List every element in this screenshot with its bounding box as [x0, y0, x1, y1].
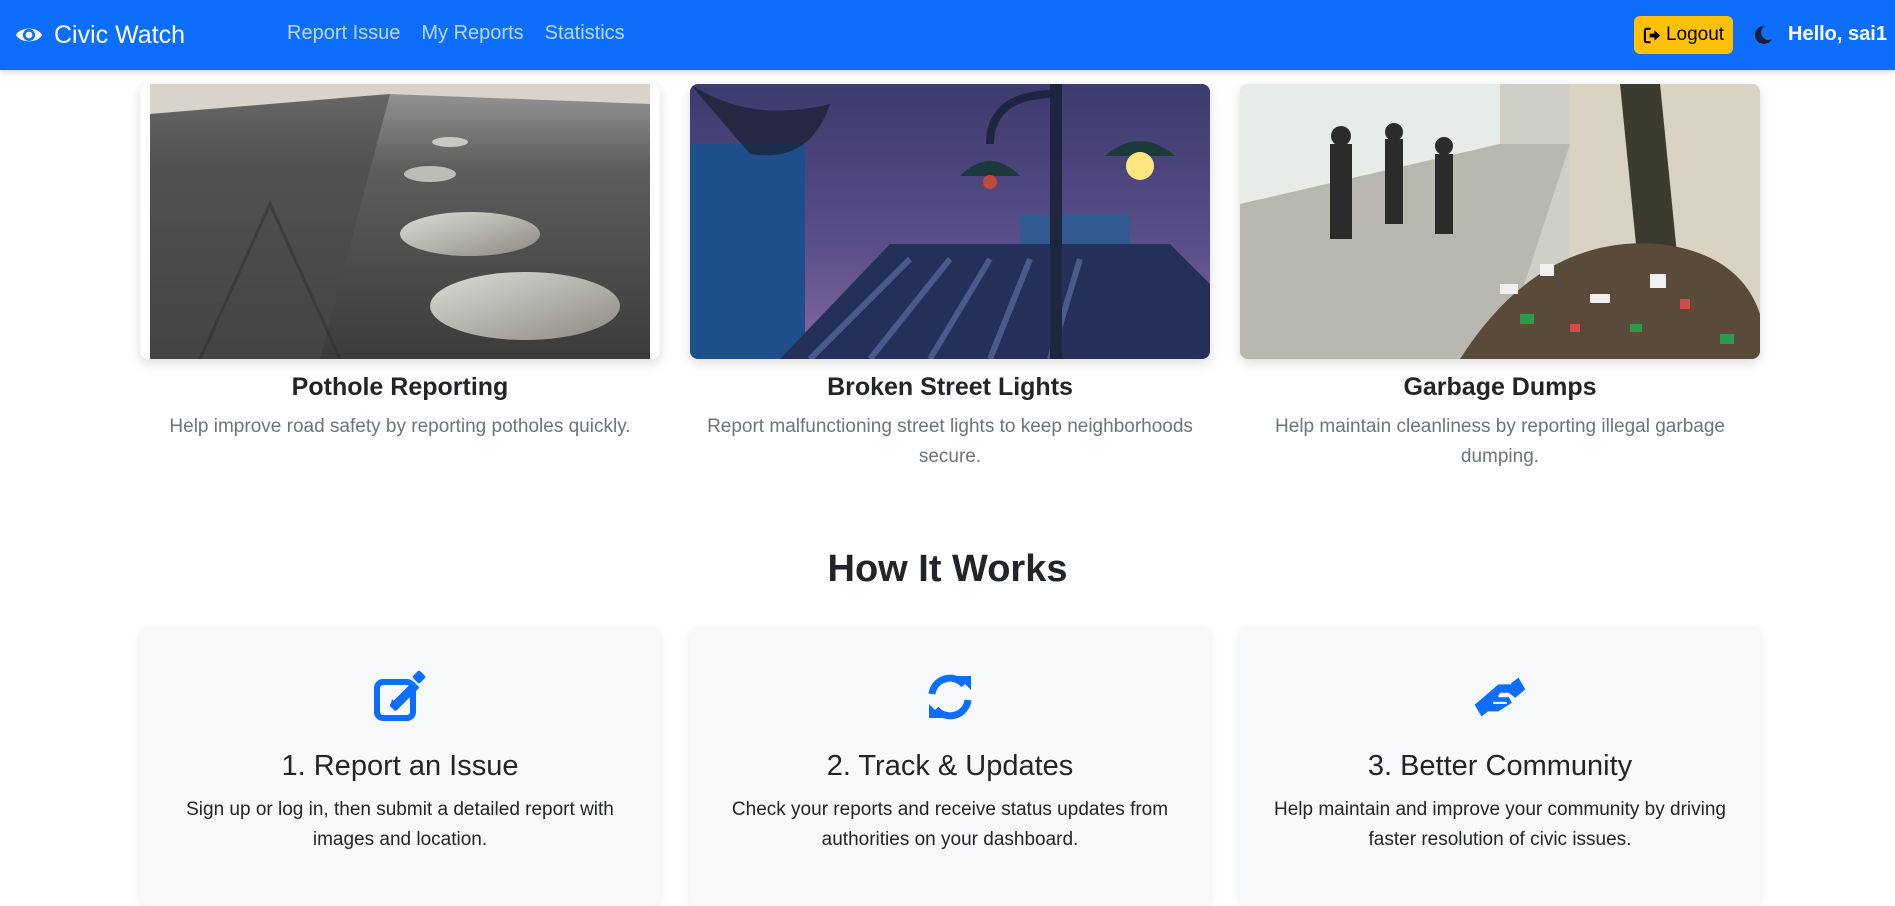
- step-description: Help maintain and improve your community…: [1274, 799, 1726, 850]
- brand-link[interactable]: Civic Watch: [14, 18, 185, 52]
- nav-report-issue[interactable]: Report Issue: [287, 22, 400, 45]
- step-title: 1. Report an Issue: [281, 750, 519, 782]
- step-description: Sign up or log in, then submit a detaile…: [186, 799, 614, 850]
- step-description: Check your reports and receive status up…: [731, 799, 1169, 850]
- sync-icon: [928, 674, 972, 720]
- feature-description: Report malfunctioning street lights to k…: [707, 416, 1193, 467]
- step-card-community: 3. Better Community Help maintain and im…: [1240, 627, 1760, 906]
- logout-button[interactable]: Logout: [1634, 16, 1733, 54]
- step-title: 3. Better Community: [1367, 750, 1633, 782]
- nav-statistics[interactable]: Statistics: [545, 22, 625, 45]
- navbar: Civic Watch Report Issue My Reports Stat…: [0, 0, 1895, 70]
- sign-out-icon: [1643, 27, 1661, 43]
- street-lights-image: [690, 84, 1210, 359]
- handshake-icon: [1474, 677, 1526, 717]
- logout-label: Logout: [1665, 24, 1725, 45]
- feature-title: Pothole Reporting: [291, 373, 509, 401]
- feature-card-garbage: Garbage Dumps Help maintain cleanliness …: [1240, 84, 1760, 472]
- pothole-image: [140, 84, 660, 359]
- step-card-track: 2. Track & Updates Check your reports an…: [690, 627, 1210, 906]
- how-it-works-title: How It Works: [827, 548, 1068, 590]
- feature-title: Garbage Dumps: [1403, 373, 1597, 401]
- feature-description: Help improve road safety by reporting po…: [169, 416, 631, 437]
- feature-description: Help maintain cleanliness by reporting i…: [1275, 416, 1725, 467]
- step-title: 2. Track & Updates: [826, 750, 1074, 782]
- edit-icon: [374, 670, 426, 721]
- garbage-image: [1240, 84, 1760, 359]
- feature-card-street-lights: Broken Street Lights Report malfunctioni…: [690, 84, 1210, 472]
- nav-links: Report Issue My Reports Statistics: [287, 22, 625, 45]
- user-greeting: Hello, sai1: [1788, 23, 1887, 45]
- nav-my-reports[interactable]: My Reports: [421, 22, 523, 45]
- brand-name: Civic Watch: [54, 20, 186, 49]
- feature-title: Broken Street Lights: [827, 373, 1073, 401]
- feature-card-pothole: Pothole Reporting Help improve road safe…: [140, 84, 660, 442]
- eye-icon: [15, 28, 43, 42]
- moon-icon[interactable]: [1751, 23, 1775, 47]
- step-card-report: 1. Report an Issue Sign up or log in, th…: [140, 627, 660, 906]
